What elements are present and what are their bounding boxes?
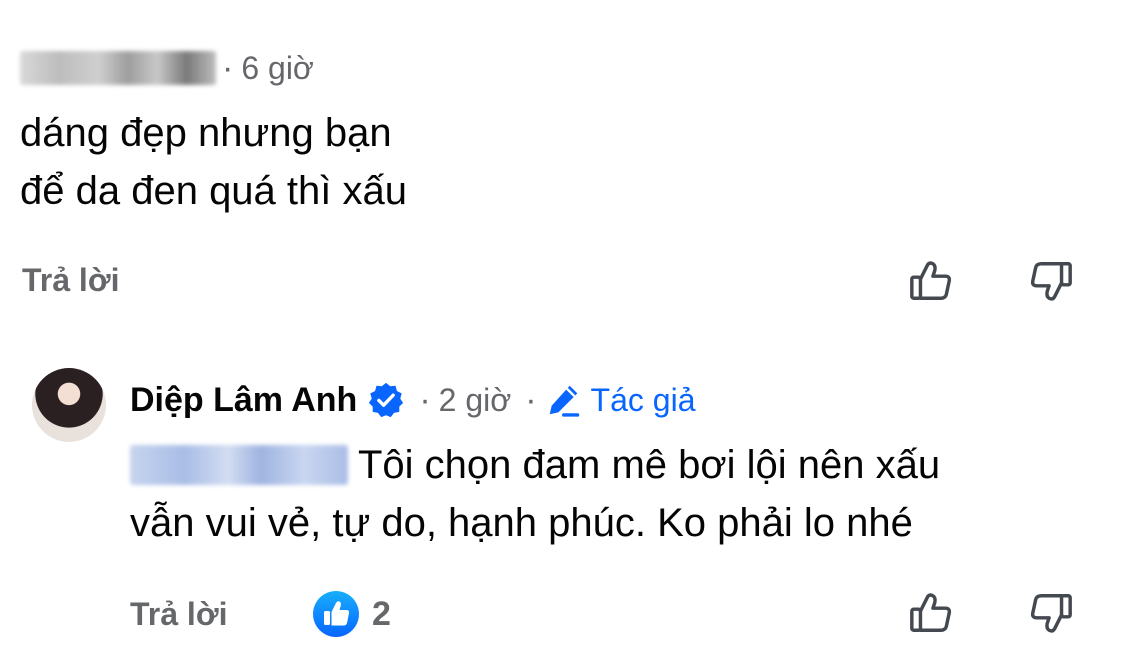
pencil-icon: [549, 385, 579, 417]
reaction-count: 2: [372, 594, 391, 633]
comment-text-line: vẫn vui vẻ, tự do, hạnh phúc. Ko phải lo…: [130, 501, 913, 545]
thumbs-down-outline-icon[interactable]: [1028, 258, 1074, 304]
comment-text-segment: Tôi chọn đam mê bơi lội nên xấu: [358, 443, 941, 487]
comment-header: Diệp Lâm Anh · 2 giờ · Tác giả: [130, 376, 695, 424]
separator-dot: ·: [525, 380, 537, 419]
separator-dot: ·: [222, 48, 234, 87]
reaction-summary[interactable]: 2: [312, 590, 391, 638]
comment-text-line: để da đen quá thì xấu: [20, 169, 407, 213]
avatar[interactable]: [32, 368, 106, 442]
author-name[interactable]: Diệp Lâm Anh: [130, 381, 357, 420]
comment-header: · 6 giờ: [20, 44, 314, 92]
thumbs-down-outline-icon[interactable]: [1028, 590, 1074, 636]
comment-text-line: Tôi chọn đam mê bơi lội nên xấu: [130, 436, 940, 494]
comment-text-line: dáng đẹp nhưng bạn: [20, 111, 392, 155]
comment-text: Tôi chọn đam mê bơi lội nên xấu vẫn vui …: [130, 436, 940, 552]
author-badge-label: Tác giả: [590, 381, 696, 418]
thumbs-up-outline-icon[interactable]: [908, 590, 954, 636]
blurred-username[interactable]: [20, 51, 216, 85]
comment-time: 6 giờ: [241, 49, 314, 86]
comments-thread: · 6 giờ dáng đẹp nhưng bạn để da đen quá…: [0, 0, 1124, 670]
reply-button[interactable]: Trả lời: [130, 596, 227, 633]
reply-button[interactable]: Trả lời: [22, 262, 119, 299]
separator-dot: ·: [419, 380, 431, 419]
like-reaction-icon: [313, 591, 359, 637]
verified-badge-icon: [369, 382, 404, 418]
author-badge: Tác giả: [545, 381, 696, 419]
blurred-mention[interactable]: [130, 445, 348, 485]
thumbs-up-outline-icon[interactable]: [908, 258, 954, 304]
comment-text: dáng đẹp nhưng bạn để da đen quá thì xấu: [20, 104, 407, 220]
comment-time: 2 giờ: [438, 381, 512, 418]
